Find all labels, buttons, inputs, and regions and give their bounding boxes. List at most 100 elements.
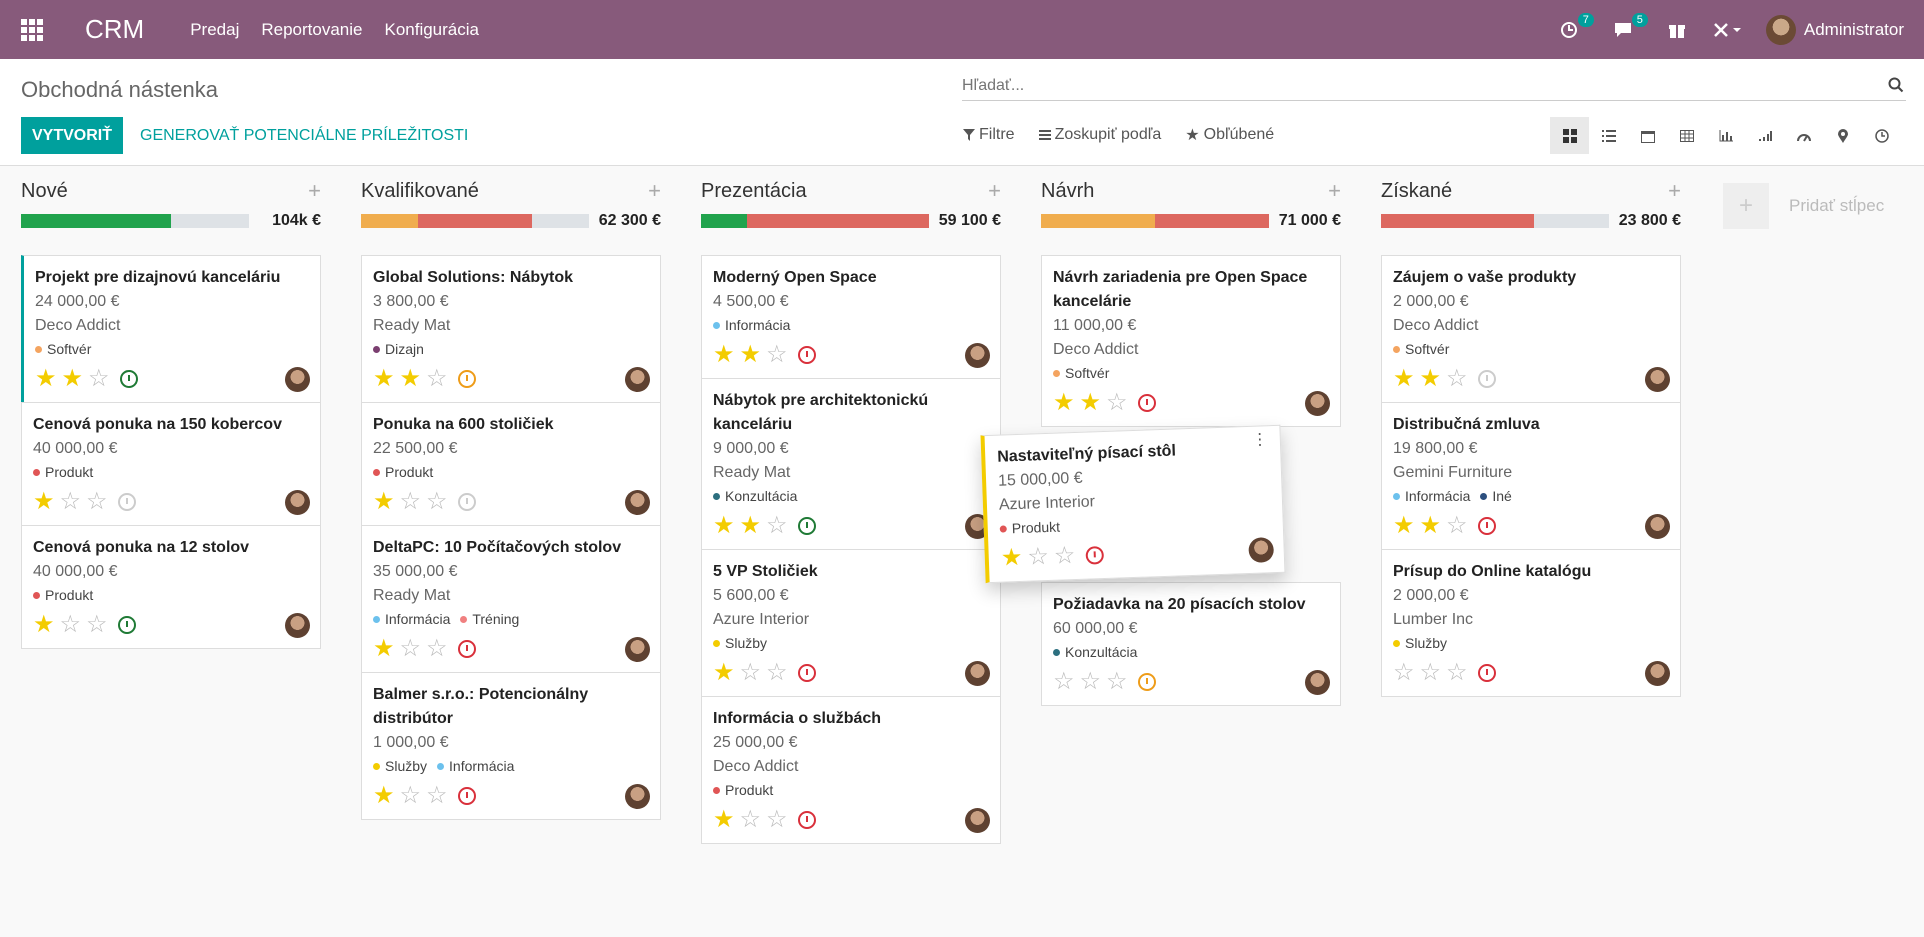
priority-star-icon[interactable]: ☆ xyxy=(88,367,110,391)
search-icon[interactable] xyxy=(1888,77,1904,98)
add-column-button[interactable]: + Pridať stĺpec xyxy=(1723,182,1924,230)
quick-create-plus-icon[interactable]: + xyxy=(648,178,661,204)
activity-clock-icon[interactable] xyxy=(797,517,816,535)
activity-clock-icon[interactable] xyxy=(1477,370,1496,388)
priority-star-icon[interactable]: ★ xyxy=(1000,544,1022,572)
priority-star-icon[interactable]: ☆ xyxy=(426,367,448,391)
opportunity-card[interactable]: Prísup do Online katalógu 2 000,00 € Lum… xyxy=(1381,549,1681,697)
column-progress-bar[interactable] xyxy=(1381,214,1609,228)
column-title[interactable]: Kvalifikované xyxy=(361,180,479,203)
priority-star-icon[interactable]: ★ xyxy=(1053,391,1075,415)
priority-star-icon[interactable]: ★ xyxy=(1420,367,1442,391)
activity-clock-icon[interactable] xyxy=(1477,664,1496,682)
column-title[interactable]: Návrh xyxy=(1041,180,1094,203)
priority-star-icon[interactable]: ★ xyxy=(1420,514,1442,538)
priority-star-icon[interactable]: ☆ xyxy=(766,661,788,685)
progress-segment[interactable] xyxy=(701,214,747,228)
priority-star-icon[interactable]: ☆ xyxy=(1446,367,1468,391)
priority-star-icon[interactable]: ★ xyxy=(713,661,735,685)
messages-icon[interactable]: 5 xyxy=(1612,12,1648,41)
priority-star-icon[interactable]: ☆ xyxy=(1027,543,1049,571)
priority-star-icon[interactable]: ★ xyxy=(373,490,395,514)
activity-clock-icon[interactable] xyxy=(119,370,138,388)
progress-segment[interactable] xyxy=(746,214,929,228)
priority-star-icon[interactable]: ☆ xyxy=(86,490,108,514)
column-progress-bar[interactable] xyxy=(1041,214,1269,228)
priority-star-icon[interactable]: ★ xyxy=(33,613,55,637)
activity-clock-icon[interactable] xyxy=(457,493,476,511)
priority-star-icon[interactable]: ★ xyxy=(33,490,55,514)
dragged-card[interactable]: Nastaviteľný písací stôl 15 000,00 € Azu… xyxy=(980,424,1286,584)
priority-star-icon[interactable]: ★ xyxy=(35,367,57,391)
priority-star-icon[interactable]: ☆ xyxy=(426,637,448,661)
priority-star-icon[interactable]: ☆ xyxy=(60,490,82,514)
activity-view-icon[interactable] xyxy=(1862,117,1901,154)
list-view-icon[interactable] xyxy=(1589,117,1628,154)
debug-tools-icon[interactable] xyxy=(1710,19,1744,41)
priority-star-icon[interactable]: ☆ xyxy=(400,490,422,514)
pivot-view-icon[interactable] xyxy=(1667,117,1706,154)
progress-segment[interactable] xyxy=(418,214,532,228)
column-progress-bar[interactable] xyxy=(701,214,929,228)
activity-clock-icon[interactable]: 7 xyxy=(1558,12,1594,41)
priority-star-icon[interactable]: ☆ xyxy=(400,784,422,808)
opportunity-card[interactable]: DeltaPC: 10 Počítačových stolov 35 000,0… xyxy=(361,525,661,673)
priority-star-icon[interactable]: ☆ xyxy=(1420,661,1442,685)
priority-star-icon[interactable]: ★ xyxy=(1393,514,1415,538)
activity-clock-icon[interactable] xyxy=(457,640,476,658)
column-title[interactable]: Získané xyxy=(1381,180,1452,203)
column-title[interactable]: Nové xyxy=(21,180,68,203)
opportunity-card[interactable]: Projekt pre dizajnovú kanceláriu 24 000,… xyxy=(21,255,321,403)
search-input[interactable] xyxy=(962,73,1862,99)
priority-star-icon[interactable]: ☆ xyxy=(1053,670,1075,694)
progress-segment[interactable] xyxy=(21,214,172,228)
opportunity-card[interactable]: Požiadavka na 20 písacích stolov 60 000,… xyxy=(1041,582,1341,706)
opportunity-card[interactable]: Global Solutions: Nábytok 3 800,00 € Rea… xyxy=(361,255,661,403)
priority-star-icon[interactable]: ★ xyxy=(713,514,735,538)
priority-star-icon[interactable]: ★ xyxy=(62,367,84,391)
opportunity-card[interactable]: Informácia o službách 25 000,00 € Deco A… xyxy=(701,696,1001,844)
graph-view-icon[interactable] xyxy=(1706,117,1745,154)
opportunity-card[interactable]: Ponuka na 600 stoličiek 22 500,00 € Prod… xyxy=(361,402,661,526)
dashboard-view-icon[interactable] xyxy=(1784,117,1823,154)
activity-clock-icon[interactable] xyxy=(117,493,136,511)
activity-clock-icon[interactable] xyxy=(797,346,816,364)
progress-segment[interactable] xyxy=(1155,214,1269,228)
priority-star-icon[interactable]: ☆ xyxy=(426,784,448,808)
priority-star-icon[interactable]: ☆ xyxy=(1446,514,1468,538)
favorites-dropdown[interactable]: ★ Obľúbené xyxy=(1185,125,1274,145)
activity-clock-icon[interactable] xyxy=(1137,673,1156,691)
column-progress-bar[interactable] xyxy=(361,214,589,228)
priority-star-icon[interactable]: ★ xyxy=(400,367,422,391)
progress-segment[interactable] xyxy=(1041,214,1155,228)
quick-create-plus-icon[interactable]: + xyxy=(308,178,321,204)
quick-create-plus-icon[interactable]: + xyxy=(988,178,1001,204)
column-progress-bar[interactable] xyxy=(21,214,249,228)
filters-dropdown[interactable]: Filtre xyxy=(963,125,1015,145)
card-menu-icon[interactable]: ⋮ xyxy=(1252,431,1269,449)
priority-star-icon[interactable]: ★ xyxy=(713,808,735,832)
menu-item-configuration[interactable]: Konfigurácia xyxy=(384,20,479,40)
menu-item-sales[interactable]: Predaj xyxy=(190,20,239,40)
priority-star-icon[interactable]: ☆ xyxy=(1080,670,1102,694)
opportunity-card[interactable]: Nábytok pre architektonickú kanceláriu 9… xyxy=(701,378,1001,550)
opportunity-card[interactable]: Balmer s.r.o.: Potencionálny distribútor… xyxy=(361,672,661,820)
priority-star-icon[interactable]: ★ xyxy=(740,514,762,538)
opportunity-card[interactable]: Distribučná zmluva 19 800,00 € Gemini Fu… xyxy=(1381,402,1681,550)
opportunity-card[interactable]: Cenová ponuka na 150 kobercov 40 000,00 … xyxy=(21,402,321,526)
kanban-view-icon[interactable] xyxy=(1550,117,1589,154)
progress-segment[interactable] xyxy=(361,214,418,228)
priority-star-icon[interactable]: ☆ xyxy=(740,808,762,832)
activity-clock-icon[interactable] xyxy=(457,787,476,805)
priority-star-icon[interactable]: ☆ xyxy=(60,613,82,637)
cohort-view-icon[interactable] xyxy=(1745,117,1784,154)
activity-clock-icon[interactable] xyxy=(1137,394,1156,412)
priority-star-icon[interactable]: ☆ xyxy=(86,613,108,637)
priority-star-icon[interactable]: ★ xyxy=(373,784,395,808)
app-brand[interactable]: CRM xyxy=(85,14,144,45)
quick-create-plus-icon[interactable]: + xyxy=(1328,178,1341,204)
priority-star-icon[interactable]: ☆ xyxy=(1106,391,1128,415)
priority-star-icon[interactable]: ★ xyxy=(740,343,762,367)
generate-leads-button[interactable]: GENEROVAŤ POTENCIÁLNE PRÍLEŽITOSTI xyxy=(140,117,468,154)
priority-star-icon[interactable]: ★ xyxy=(373,367,395,391)
